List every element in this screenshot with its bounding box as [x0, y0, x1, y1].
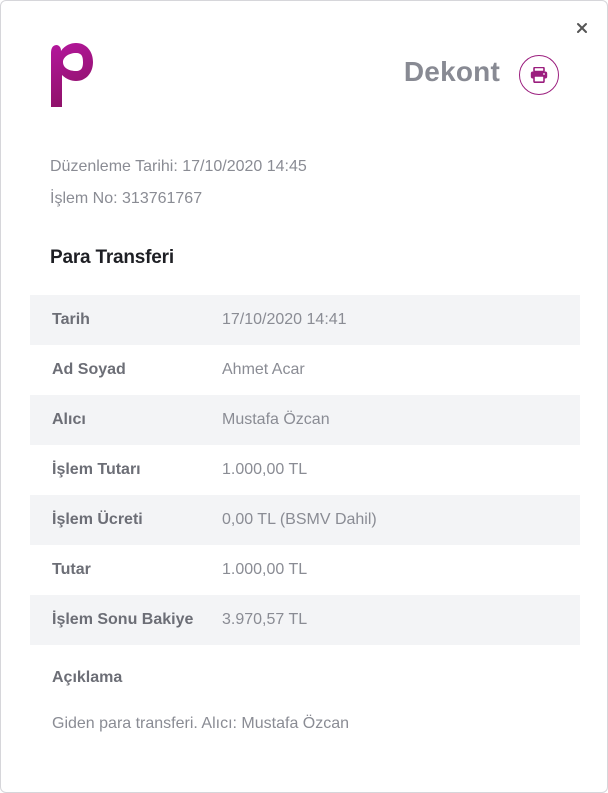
- row-value: 0,00 TL (BSMV Dahil): [222, 511, 377, 528]
- row-value: Ahmet Acar: [222, 361, 305, 378]
- p-logo-icon: [51, 43, 93, 107]
- row-value: 1.000,00 TL: [222, 461, 308, 478]
- row-label: Tutar: [52, 561, 91, 578]
- printer-icon: [530, 67, 548, 83]
- table-row: Tutar 1.000,00 TL: [30, 545, 580, 595]
- receipt-meta: Düzenleme Tarihi: 17/10/2020 14:45 İşlem…: [50, 151, 307, 215]
- print-button[interactable]: [519, 55, 559, 95]
- row-label: Alıcı: [52, 411, 86, 428]
- close-button[interactable]: [575, 21, 589, 35]
- description-text: Giden para transferi. Alıcı: Mustafa Özc…: [52, 715, 350, 732]
- table-row: İşlem Ücreti 0,00 TL (BSMV Dahil): [30, 495, 580, 545]
- row-label: İşlem Ücreti: [52, 511, 143, 528]
- row-label: İşlem Sonu Bakiye: [52, 611, 194, 628]
- row-value: 17/10/2020 14:41: [222, 311, 347, 328]
- table-row: Tarih 17/10/2020 14:41: [30, 295, 580, 345]
- issue-date: Düzenleme Tarihi: 17/10/2020 14:45: [50, 158, 307, 175]
- row-value: 3.970,57 TL: [222, 611, 308, 628]
- row-value: 1.000,00 TL: [222, 561, 308, 578]
- table-row: İşlem Tutarı 1.000,00 TL: [30, 445, 580, 495]
- table-row: Alıcı Mustafa Özcan: [30, 395, 580, 445]
- details-table: Tarih 17/10/2020 14:41 Ad Soyad Ahmet Ac…: [30, 295, 580, 645]
- row-label: İşlem Tutarı: [52, 461, 141, 478]
- row-label: Tarih: [52, 311, 90, 328]
- description-label: Açıklama: [52, 669, 123, 686]
- receipt-modal: Dekont Düzenleme Tarihi: 17/10/2020 14:4…: [0, 0, 608, 793]
- row-label: Ad Soyad: [52, 361, 126, 378]
- row-value: Mustafa Özcan: [222, 411, 330, 428]
- table-row: Ad Soyad Ahmet Acar: [30, 345, 580, 395]
- transaction-number: İşlem No: 313761767: [50, 190, 203, 207]
- section-title: Para Transferi: [50, 247, 174, 268]
- table-row: İşlem Sonu Bakiye 3.970,57 TL: [30, 595, 580, 645]
- close-icon: [577, 23, 587, 33]
- page-title: Dekont: [403, 56, 500, 87]
